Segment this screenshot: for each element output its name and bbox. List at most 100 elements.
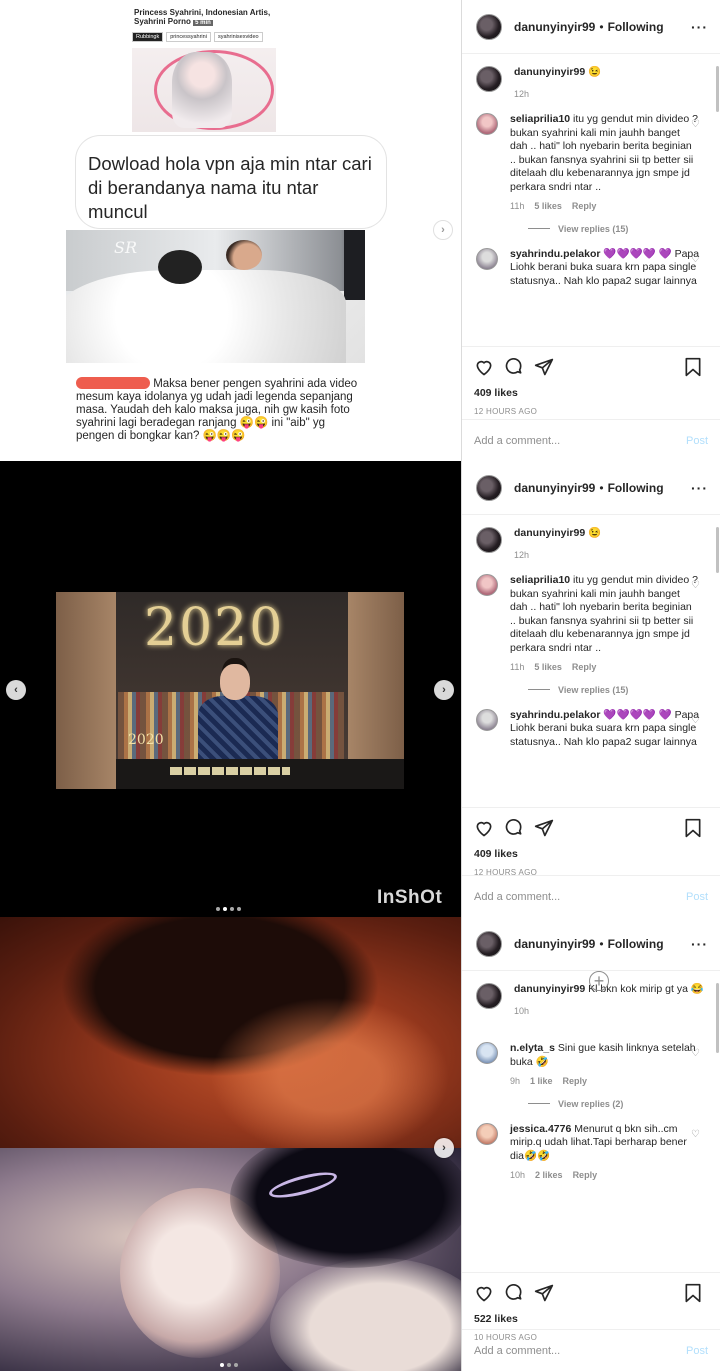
bookmark-icon[interactable] bbox=[684, 357, 702, 377]
share-icon[interactable] bbox=[534, 1283, 554, 1303]
photo-top bbox=[0, 917, 461, 1148]
video-result-card: Princess Syahrini, Indonesian Artis, Sya… bbox=[126, 0, 276, 136]
avatar[interactable] bbox=[476, 66, 502, 92]
post-comment-button[interactable]: Post bbox=[686, 1345, 708, 1357]
post-header: danunyinyir99 • Following ··· bbox=[462, 0, 720, 54]
comment-item: jessica.4776 Menurut q bkn sih..cm mirip… bbox=[476, 1122, 708, 1183]
heart-icon[interactable] bbox=[474, 1283, 494, 1303]
bookmark-icon[interactable] bbox=[684, 818, 702, 838]
avatar[interactable] bbox=[476, 983, 502, 1009]
comments-list: danunyinyir99 😉 12h seliaprilia10 itu yg… bbox=[462, 54, 720, 346]
comment-icon[interactable] bbox=[504, 357, 524, 377]
post-panel-2: 2020 2020 ‹ › InShOt danunyinyir99 • Fol… bbox=[0, 461, 720, 917]
avatar[interactable] bbox=[476, 13, 502, 40]
comment-item: seliaprilia10 itu yg gendut min divideo … bbox=[476, 113, 708, 214]
load-more-comments-icon[interactable]: + bbox=[589, 971, 609, 991]
comment-item: n.elyta_s Sini gue kasih linknya setelah… bbox=[476, 1042, 708, 1089]
header-username[interactable]: danunyinyir99 bbox=[514, 937, 595, 951]
comments-list: danunyinyir99 Kl bkn kok mirip gt ya 😂 1… bbox=[462, 971, 720, 1261]
post-sidebar: danunyinyir99 • Following ··· danunyinyi… bbox=[461, 0, 720, 461]
comment-item: syahrindu.pelakor 💜💜💜💜 💜 Papa Liohk bera… bbox=[476, 247, 708, 289]
video-tags: Rubbingk princessyahrini syahrinisexvide… bbox=[132, 32, 276, 42]
more-options-icon[interactable]: ··· bbox=[691, 936, 708, 952]
video-thumbnail bbox=[132, 48, 276, 132]
share-icon[interactable] bbox=[534, 357, 554, 377]
like-count[interactable]: 409 likes bbox=[474, 387, 708, 399]
media-caption: Maksa bener pengen syahrini ada video me… bbox=[76, 377, 358, 442]
reply-button[interactable]: Reply bbox=[572, 662, 597, 672]
following-button[interactable]: Following bbox=[608, 937, 664, 951]
avatar[interactable] bbox=[476, 708, 498, 731]
video-tag: princessyahrini bbox=[166, 32, 211, 42]
more-options-icon[interactable]: ··· bbox=[691, 480, 708, 496]
comment-like-icon[interactable]: ♡ bbox=[691, 119, 700, 130]
comment-item: syahrindu.pelakor 💜💜💜💜 💜 Papa Liohk bera… bbox=[476, 708, 708, 750]
reply-button[interactable]: Reply bbox=[563, 1076, 588, 1086]
avatar[interactable] bbox=[476, 1122, 498, 1145]
header-username[interactable]: danunyinyir99 bbox=[514, 481, 595, 495]
video-frame[interactable]: 2020 2020 bbox=[56, 592, 404, 789]
video-result-title: Princess Syahrini, Indonesian Artis, Sya… bbox=[134, 8, 271, 26]
comment-input[interactable]: Add a comment... bbox=[474, 1345, 560, 1357]
avatar[interactable] bbox=[476, 474, 502, 501]
comment-like-icon[interactable]: ♡ bbox=[691, 580, 700, 591]
reply-button[interactable]: Reply bbox=[573, 1170, 598, 1180]
post-comment-button[interactable]: Post bbox=[686, 435, 708, 447]
post-actions: 409 likes 12 HOURS AGO bbox=[462, 346, 720, 416]
heart-icon[interactable] bbox=[474, 818, 494, 838]
comment-item: seliaprilia10 itu yg gendut min divideo … bbox=[476, 574, 708, 675]
post-comment-button[interactable]: Post bbox=[686, 891, 708, 903]
view-replies-button[interactable]: View replies (2) bbox=[528, 1099, 708, 1109]
video-title: 2020 bbox=[144, 598, 285, 658]
post-media: 2020 2020 ‹ › InShOt bbox=[0, 461, 461, 917]
comment-input[interactable]: Add a comment... bbox=[474, 435, 560, 447]
post-sidebar: danunyinyir99 • Following ··· danunyinyi… bbox=[461, 461, 720, 917]
inshot-watermark: InShOt bbox=[377, 887, 443, 908]
video-tag: Rubbingk bbox=[132, 32, 164, 42]
comment-icon[interactable] bbox=[504, 818, 524, 838]
avatar[interactable] bbox=[476, 247, 498, 270]
next-slide-button[interactable]: › bbox=[434, 680, 454, 700]
more-options-icon[interactable]: ··· bbox=[691, 19, 708, 35]
post-sidebar: danunyinyir99 • Following ··· danunyinyi… bbox=[461, 917, 720, 1371]
add-comment-bar: Add a comment... Post bbox=[462, 419, 720, 461]
comments-list: danunyinyir99 😉 12h seliaprilia10 itu yg… bbox=[462, 515, 720, 805]
avatar[interactable] bbox=[476, 930, 502, 957]
next-slide-button[interactable]: › bbox=[434, 1138, 454, 1158]
comment-like-icon[interactable]: ♡ bbox=[691, 715, 700, 726]
like-count[interactable]: 409 likes bbox=[474, 848, 708, 860]
following-button[interactable]: Following bbox=[608, 481, 664, 495]
comment-like-icon[interactable]: ♡ bbox=[691, 254, 700, 265]
avatar[interactable] bbox=[476, 1042, 498, 1064]
reply-button[interactable]: Reply bbox=[572, 201, 597, 211]
previous-slide-button[interactable]: ‹ bbox=[6, 680, 26, 700]
avatar[interactable] bbox=[476, 527, 502, 553]
photo-bottom bbox=[0, 1148, 461, 1371]
bookmark-icon[interactable] bbox=[684, 1283, 702, 1303]
post-media: Princess Syahrini, Indonesian Artis, Sya… bbox=[0, 0, 461, 461]
view-replies-button[interactable]: View replies (15) bbox=[528, 224, 708, 234]
like-count[interactable]: 522 likes bbox=[474, 1313, 708, 1325]
comment-icon[interactable] bbox=[504, 1283, 524, 1303]
view-replies-button[interactable]: View replies (15) bbox=[528, 685, 708, 695]
header-username[interactable]: danunyinyir99 bbox=[514, 20, 595, 34]
add-comment-bar: Add a comment... Post bbox=[462, 1329, 720, 1371]
heart-icon[interactable] bbox=[474, 357, 494, 377]
avatar[interactable] bbox=[476, 113, 498, 135]
post-panel-1: Princess Syahrini, Indonesian Artis, Sya… bbox=[0, 0, 720, 461]
scrollbar[interactable] bbox=[716, 527, 719, 573]
scrollbar[interactable] bbox=[716, 983, 719, 1053]
share-icon[interactable] bbox=[534, 818, 554, 838]
scrollbar[interactable] bbox=[716, 66, 719, 112]
redacted-name bbox=[76, 377, 150, 389]
comment-like-icon[interactable]: ♡ bbox=[691, 1129, 700, 1140]
post-actions: 409 likes 12 HOURS AGO bbox=[462, 807, 720, 877]
bed-photo: SR bbox=[66, 230, 365, 363]
avatar[interactable] bbox=[476, 574, 498, 596]
post-header: danunyinyir99 • Following ··· bbox=[462, 917, 720, 971]
next-slide-button[interactable]: › bbox=[433, 220, 453, 240]
comment-like-icon[interactable]: ♡ bbox=[691, 1048, 700, 1059]
following-button[interactable]: Following bbox=[608, 20, 664, 34]
comment-input[interactable]: Add a comment... bbox=[474, 891, 560, 903]
video-logo: 2020 bbox=[128, 732, 164, 748]
